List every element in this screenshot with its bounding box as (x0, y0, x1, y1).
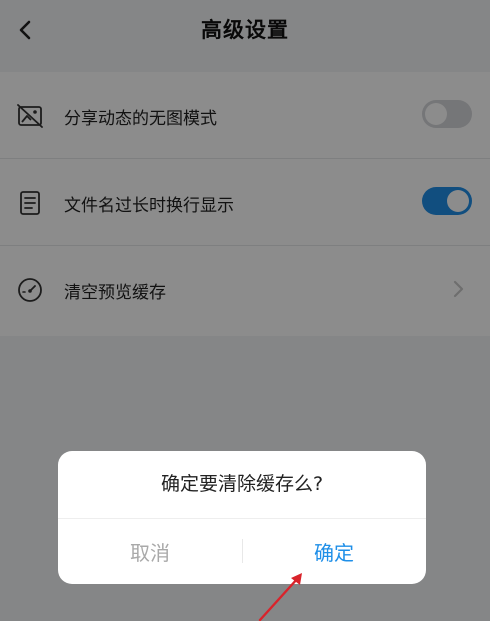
clear-cache-dialog: 确定要清除缓存么? 取消 确定 (58, 451, 426, 584)
cancel-button[interactable]: 取消 (58, 519, 242, 584)
advanced-settings-screen: 高级设置 分享动态的无图模式 文件名过长时换行显示 清空预览缓存 确定要清除缓存… (0, 0, 490, 621)
dialog-message: 确定要清除缓存么? (160, 473, 324, 495)
annotation-arrow-icon (258, 573, 302, 621)
